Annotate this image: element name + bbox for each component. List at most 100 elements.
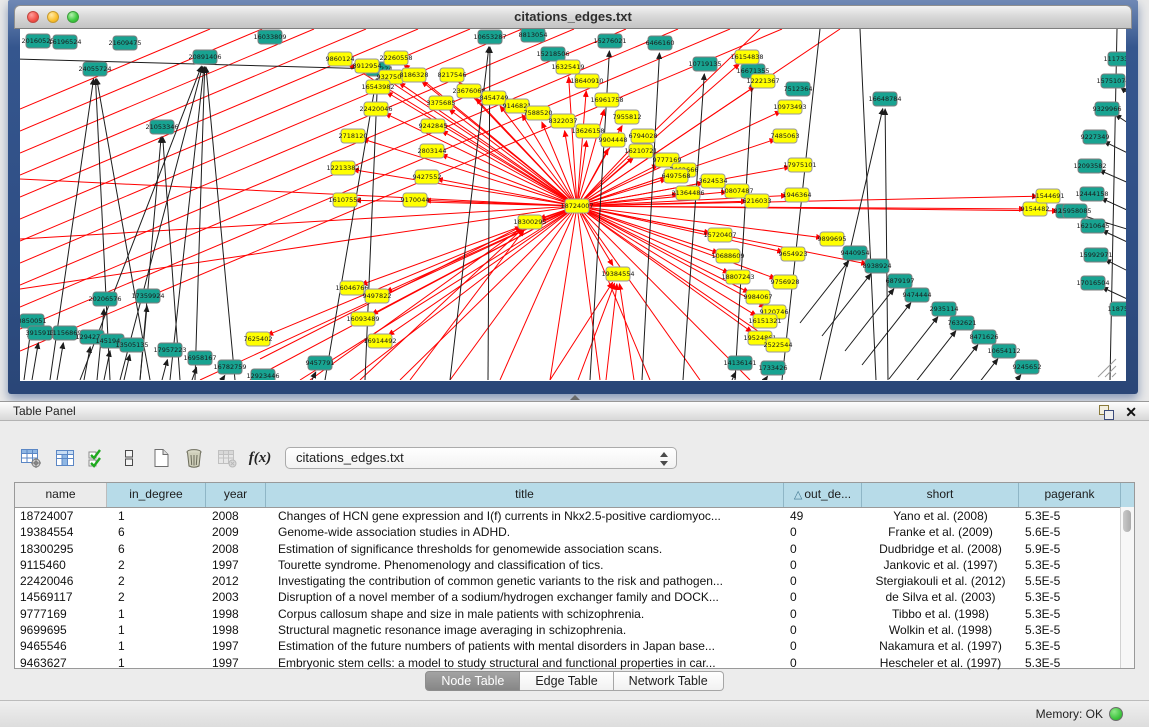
graph-node-label: 9170044 — [401, 196, 430, 204]
table-toolbar: f(x) citations_edges.txt — [14, 445, 1134, 473]
table-cell: 1997 — [206, 655, 266, 671]
table-cell: Investigating the contribution of common… — [266, 573, 784, 589]
table-row[interactable]: 969969511998Structural magnetic resonanc… — [15, 622, 1134, 638]
table-selector-dropdown[interactable]: citations_edges.txt — [285, 447, 677, 469]
scrollbar-thumb[interactable] — [1123, 510, 1131, 532]
table-cell: Structural magnetic resonance image aver… — [266, 622, 784, 638]
vertical-scrollbar[interactable] — [1120, 507, 1134, 668]
graph-node-label: 20891406 — [188, 53, 221, 61]
graph-node-label: 16033809 — [253, 33, 286, 41]
memory-status-icon[interactable] — [1109, 707, 1123, 721]
network-canvas[interactable]: 2016052516196524240557242160947520891406… — [20, 29, 1126, 381]
graph-node-label: 17359924 — [131, 292, 164, 300]
table-row[interactable]: 946554611997Estimation of the future num… — [15, 638, 1134, 654]
table-cell: 5.6E-5 — [1019, 524, 1121, 540]
window-titlebar[interactable]: citations_edges.txt — [14, 5, 1132, 29]
graph-node-label: 17957223 — [153, 346, 186, 354]
table-cell: 0 — [784, 655, 862, 671]
zoom-window-button[interactable] — [67, 11, 79, 23]
network-graph-svg[interactable]: 2016052516196524240557242160947520891406… — [20, 29, 1126, 380]
tab-edge-table[interactable]: Edge Table — [520, 671, 613, 691]
graph-node-label: 12213382 — [326, 164, 359, 172]
graph-node-label: 6879197 — [886, 277, 915, 285]
table-settings-icon[interactable] — [18, 445, 44, 471]
delete-table-icon[interactable] — [181, 445, 207, 471]
table-row[interactable]: 2242004622012Investigating the contribut… — [15, 573, 1134, 589]
graph-node-label: 9457791 — [306, 359, 335, 367]
graph-node-label: 2935114 — [930, 305, 959, 313]
table-row[interactable]: 946362711997Embryonic stem cells: a mode… — [15, 655, 1134, 671]
table-cell: 2008 — [206, 508, 266, 524]
table-cell: 5.3E-5 — [1019, 638, 1121, 654]
network-view-window: citations_edges.txt 20160525161965242405… — [8, 0, 1138, 394]
table-cell: Estimation of significance thresholds fo… — [266, 541, 784, 557]
graph-node-label: 13505135 — [115, 341, 148, 349]
table-cell: Nakamura et al. (1997) — [862, 638, 1019, 654]
table-cell: 1998 — [206, 606, 266, 622]
graph-node-label: 21364486 — [671, 189, 704, 197]
dropdown-arrows-icon — [659, 450, 668, 468]
graph-node-label: 10973493 — [773, 103, 806, 111]
table-row[interactable]: 977716911998Corpus callosum shape and si… — [15, 606, 1134, 622]
graph-node-label: 14136141 — [723, 359, 756, 367]
table-cell: Genome-wide association studies in ADHD. — [266, 524, 784, 540]
table-cell: 5.9E-5 — [1019, 541, 1121, 557]
column-header-title[interactable]: title — [266, 483, 784, 507]
function-builder-icon[interactable]: f(x) — [247, 445, 273, 471]
graph-node-label: 9154482 — [1021, 205, 1050, 213]
graph-node-label: 19384554 — [601, 270, 634, 278]
minimize-window-button[interactable] — [47, 11, 59, 23]
column-header-name[interactable]: name — [15, 483, 107, 507]
table-row[interactable]: 1830029562008Estimation of significance … — [15, 541, 1134, 557]
table-cell: Wolkin et al. (1998) — [862, 622, 1019, 638]
table-cell: 18300295 — [15, 541, 107, 557]
window-title: citations_edges.txt — [15, 6, 1131, 28]
column-header-pagerank[interactable]: pagerank — [1019, 483, 1121, 507]
table-cell: Changes of HCN gene expression and I(f) … — [266, 508, 784, 524]
close-panel-icon[interactable]: ✕ — [1125, 403, 1137, 421]
select-rows-icon[interactable] — [84, 445, 110, 471]
table-row[interactable]: 1938455462009Genome-wide association stu… — [15, 524, 1134, 540]
tab-network-table[interactable]: Network Table — [614, 671, 724, 691]
table-row[interactable]: 911546021997Tourette syndrome. Phenomeno… — [15, 557, 1134, 573]
table-row[interactable]: 1456911722003Disruption of a novel membe… — [15, 589, 1134, 605]
column-header-out_de[interactable]: △out_de... — [784, 483, 862, 507]
float-panel-icon[interactable] — [1099, 405, 1113, 419]
graph-node-label: 9899695 — [818, 235, 847, 243]
table-cell: 9777169 — [15, 606, 107, 622]
merge-rows-icon[interactable] — [116, 445, 142, 471]
graph-node-label: 17975101 — [783, 161, 816, 169]
table-cell: 5.3E-5 — [1019, 606, 1121, 622]
column-header-year[interactable]: year — [206, 483, 266, 507]
table-cell: Jankovic et al. (1997) — [862, 557, 1019, 573]
graph-node-label: 11173391 — [1103, 55, 1126, 63]
tab-node-table[interactable]: Node Table — [425, 671, 520, 691]
graph-node-label: 7632621 — [948, 319, 977, 327]
table-cell: 2009 — [206, 524, 266, 540]
splitter-grip-icon[interactable] — [570, 395, 580, 400]
graph-node-label: 21053346 — [145, 123, 178, 131]
table-cell: 0 — [784, 573, 862, 589]
table-cell: 49 — [784, 508, 862, 524]
graph-node-label: 9904448 — [599, 136, 628, 144]
table-cell: 2 — [107, 573, 206, 589]
graph-node-label: 3624534 — [699, 177, 728, 185]
close-window-button[interactable] — [27, 11, 39, 23]
select-columns-icon[interactable] — [52, 445, 78, 471]
column-header-short[interactable]: short — [862, 483, 1019, 507]
table-cell: 2 — [107, 557, 206, 573]
table-cell: 9463627 — [15, 655, 107, 671]
table-cell: Franke et al. (2009) — [862, 524, 1019, 540]
panel-splitter[interactable] — [0, 394, 1149, 401]
table-cell: 2012 — [206, 573, 266, 589]
graph-node-label: 11544691 — [1031, 192, 1064, 200]
graph-node-label: 13626158 — [571, 127, 604, 135]
column-header-in_degree[interactable]: in_degree — [107, 483, 206, 507]
graph-node-label: 15720407 — [703, 231, 736, 239]
table-cell: 0 — [784, 622, 862, 638]
new-table-icon[interactable] — [148, 445, 174, 471]
graph-node-label: 7588520 — [524, 109, 553, 117]
graph-node-label: 16107552 — [328, 196, 361, 204]
table-cell: Embryonic stem cells: a model to study s… — [266, 655, 784, 671]
table-row[interactable]: 1872400712008Changes of HCN gene express… — [15, 508, 1134, 524]
